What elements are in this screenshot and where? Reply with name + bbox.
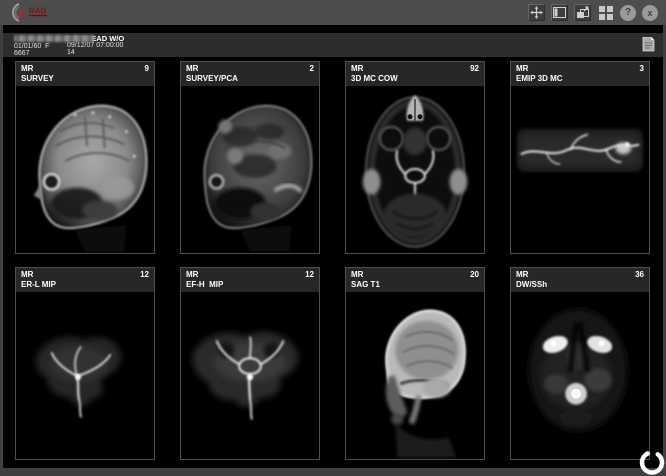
study-description: MRA HEAD W/O <box>67 35 642 42</box>
loading-spinner <box>638 449 666 476</box>
series-modality: MR <box>186 64 198 74</box>
patient-study-bar: 01/01/60 F 6667 MRA HEAD W/O 09/12/07 07… <box>3 33 663 57</box>
series-name: EF-H MIP <box>186 280 314 290</box>
open-new-window-icon[interactable] <box>574 4 591 21</box>
thumbnail-image-survey-pca <box>181 86 319 253</box>
series-name: SURVEY <box>21 74 149 84</box>
series-thumbnail-survey[interactable]: MR 9 SURVEY <box>15 61 155 254</box>
thumbnail-image-sag-t1 <box>346 292 484 459</box>
series-thumbnail-dw-ssh[interactable]: MR 36 DW/SSh <box>510 267 650 460</box>
layout-split-icon[interactable] <box>551 4 568 21</box>
series-modality: MR <box>351 64 363 74</box>
study-info: MRA HEAD W/O 09/12/07 07:00:00 14 <box>67 35 642 56</box>
series-name: EMIP 3D MC <box>516 74 644 84</box>
series-thumbnail-survey-pca[interactable]: MR 2 SURVEY/PCA <box>180 61 320 254</box>
series-name: 3D MC COW <box>351 74 479 84</box>
series-thumbnail-grid: MR 9 SURVEY <box>3 61 663 460</box>
series-modality: MR <box>21 270 33 280</box>
series-image-count: 9 <box>145 64 149 74</box>
close-icon[interactable]: x <box>642 5 658 21</box>
tile-grid-icon[interactable] <box>597 4 614 21</box>
series-name: SAG T1 <box>351 280 479 290</box>
thumbnail-image-survey <box>16 86 154 253</box>
series-image-count: 20 <box>470 270 479 280</box>
series-modality: MR <box>516 270 528 280</box>
erad-logo: e RAD <box>5 1 57 24</box>
thumbnail-image-3d-mc-cow <box>346 86 484 253</box>
patient-name-redacted <box>14 35 94 42</box>
patient-id: 6667 <box>14 50 67 57</box>
series-modality: MR <box>516 64 528 74</box>
series-image-count: 92 <box>470 64 479 74</box>
series-name: SURVEY/PCA <box>186 74 314 84</box>
series-image-count: 12 <box>140 270 149 280</box>
title-toolbar: e RAD <box>0 0 666 25</box>
thumbnail-image-er-l-mip <box>16 292 154 459</box>
series-image-count: 3 <box>640 64 644 74</box>
study-series-count: 14 <box>67 49 642 56</box>
series-thumbnail-emip-3d-mc[interactable]: MR 3 EMIP 3D MC <box>510 61 650 254</box>
viewer-body: 01/01/60 F 6667 MRA HEAD W/O 09/12/07 07… <box>3 25 663 468</box>
series-modality: MR <box>351 270 363 280</box>
help-icon[interactable]: ? <box>620 5 636 21</box>
series-thumbnail-3d-mc-cow[interactable]: MR 92 3D MC COW <box>345 61 485 254</box>
pacs-viewer-window: e RAD <box>0 0 666 476</box>
thumbnail-image-dw-ssh <box>511 292 649 459</box>
series-image-count: 2 <box>310 64 314 74</box>
series-modality: MR <box>21 64 33 74</box>
thumbnail-image-emip-3d-mc <box>511 86 649 253</box>
pan-icon[interactable] <box>528 4 545 21</box>
series-thumbnail-sag-t1[interactable]: MR 20 SAG T1 <box>345 267 485 460</box>
report-document-icon[interactable] <box>642 37 655 57</box>
thumbnail-image-ef-h-mip <box>181 292 319 459</box>
series-name: ER-L MIP <box>21 280 149 290</box>
study-datetime: 09/12/07 07:00:00 <box>67 42 642 49</box>
series-thumbnail-ef-h-mip[interactable]: MR 12 EF-H MIP <box>180 267 320 460</box>
logo-e: e <box>18 6 25 22</box>
patient-dob-sex: 01/01/60 F <box>14 43 67 50</box>
patient-info: 01/01/60 F 6667 <box>14 35 67 57</box>
logo-rad: RAD <box>29 7 47 16</box>
series-image-count: 12 <box>305 270 314 280</box>
series-thumbnail-er-l-mip[interactable]: MR 12 ER-L MIP <box>15 267 155 460</box>
series-name: DW/SSh <box>516 280 644 290</box>
series-modality: MR <box>186 270 198 280</box>
series-image-count: 36 <box>635 270 644 280</box>
